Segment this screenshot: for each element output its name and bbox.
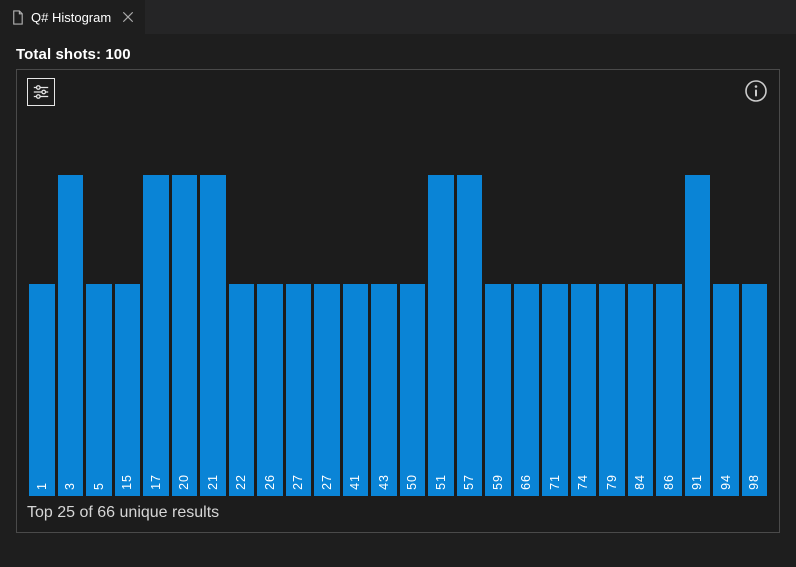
bar-label: 43 — [377, 474, 391, 490]
histogram-bar[interactable]: 22 — [229, 154, 255, 496]
bar-label: 41 — [348, 474, 362, 490]
bar-label: 20 — [177, 474, 191, 490]
bar-label: 5 — [92, 482, 106, 490]
tab-label: Q# Histogram — [31, 10, 111, 25]
histogram-bar[interactable]: 50 — [400, 154, 426, 496]
bar-label: 74 — [576, 474, 590, 490]
bar-label: 59 — [491, 474, 505, 490]
bar-label: 51 — [434, 474, 448, 490]
histogram-bar[interactable]: 26 — [257, 154, 283, 496]
bar-label: 27 — [291, 474, 305, 490]
bar-label: 57 — [462, 474, 476, 490]
histogram-bar[interactable]: 43 — [371, 154, 397, 496]
histogram-bar[interactable]: 15 — [115, 154, 141, 496]
histogram-bar[interactable]: 94 — [713, 154, 739, 496]
histogram-bar[interactable]: 66 — [514, 154, 540, 496]
histogram-bar[interactable]: 91 — [685, 154, 711, 496]
filter-settings-button[interactable] — [27, 78, 55, 106]
bar-label: 21 — [206, 474, 220, 490]
histogram-bar[interactable]: 51 — [428, 154, 454, 496]
bar-label: 26 — [263, 474, 277, 490]
histogram-bar[interactable]: 57 — [457, 154, 483, 496]
histogram-bar[interactable]: 84 — [628, 154, 654, 496]
bar-label: 91 — [690, 474, 704, 490]
info-button[interactable] — [743, 78, 769, 104]
histogram-bar[interactable]: 59 — [485, 154, 511, 496]
histogram-bar[interactable]: 79 — [599, 154, 625, 496]
histogram-bar[interactable]: 20 — [172, 154, 198, 496]
bar-label: 71 — [548, 474, 562, 490]
results-summary: Top 25 of 66 unique results — [27, 498, 769, 522]
main-content: Total shots: 100 — [0, 34, 796, 533]
histogram-chart: 1 3 5 15 17 20 21 22 26 27 27 41 43 50 51 57 59 66 71 74 79 8… — [27, 106, 769, 498]
bar-label: 79 — [605, 474, 619, 490]
bar-label: 22 — [234, 474, 248, 490]
histogram-bar[interactable]: 71 — [542, 154, 568, 496]
histogram-bar[interactable]: 17 — [143, 154, 169, 496]
bar-label: 17 — [149, 474, 163, 490]
bar-label: 3 — [63, 482, 77, 490]
bar-label: 86 — [662, 474, 676, 490]
histogram-panel: 1 3 5 15 17 20 21 22 26 27 27 41 43 50 51 57 59 66 71 74 79 8… — [16, 69, 780, 533]
histogram-bar[interactable]: 21 — [200, 154, 226, 496]
close-icon[interactable] — [121, 10, 135, 24]
bar-label: 98 — [747, 474, 761, 490]
histogram-bar[interactable]: 27 — [286, 154, 312, 496]
tab-histogram[interactable]: Q# Histogram — [0, 0, 146, 34]
histogram-bar[interactable]: 74 — [571, 154, 597, 496]
file-icon — [10, 10, 25, 25]
panel-toolbar — [27, 78, 769, 106]
bar-label: 66 — [519, 474, 533, 490]
bar-label: 50 — [405, 474, 419, 490]
bar-label: 1 — [35, 482, 49, 490]
histogram-bar[interactable]: 3 — [58, 154, 84, 496]
bar-label: 27 — [320, 474, 334, 490]
total-shots-label: Total shots: 100 — [16, 46, 780, 63]
histogram-bar[interactable]: 27 — [314, 154, 340, 496]
histogram-bar[interactable]: 41 — [343, 154, 369, 496]
histogram-bar[interactable]: 5 — [86, 154, 112, 496]
histogram-bar[interactable]: 86 — [656, 154, 682, 496]
bar-label: 94 — [719, 474, 733, 490]
bar-label: 15 — [120, 474, 134, 490]
histogram-bar[interactable]: 1 — [29, 154, 55, 496]
bar-label: 84 — [633, 474, 647, 490]
tab-bar: Q# Histogram — [0, 0, 796, 34]
histogram-bar[interactable]: 98 — [742, 154, 768, 496]
